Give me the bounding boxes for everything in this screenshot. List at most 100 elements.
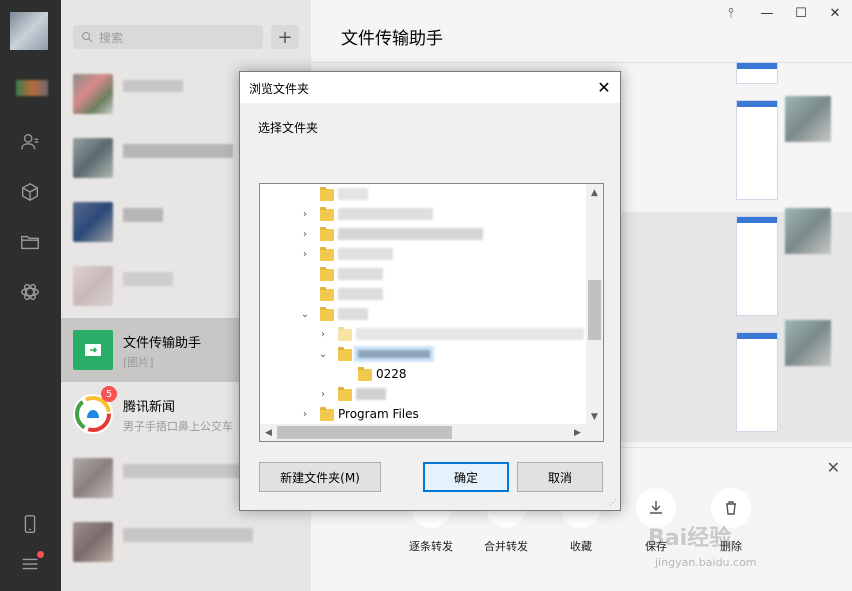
blurred-text [123, 144, 233, 158]
phone-icon[interactable] [18, 512, 42, 536]
browse-folder-dialog: 浏览文件夹 ✕ 选择文件夹 › › › ⌄ › ⌄ 0228 › › Progr… [239, 71, 621, 511]
scroll-right-icon[interactable]: ▶ [569, 424, 586, 441]
chevron-right-icon[interactable]: › [300, 249, 310, 260]
tree-row-0228[interactable]: 0228 [260, 364, 586, 384]
avatar [73, 138, 113, 178]
tree-row[interactable] [260, 284, 586, 304]
add-button[interactable]: + [271, 25, 299, 49]
blurred-text [123, 272, 173, 286]
watermark-url: jingyan.baidu.com [655, 556, 757, 569]
blurred-label [356, 388, 386, 400]
chat-subtitle: [图片] [123, 356, 154, 369]
horizontal-scrollbar[interactable]: ◀ ▶ [260, 424, 603, 441]
folder-icon [320, 267, 334, 281]
scroll-up-icon[interactable]: ▲ [586, 184, 603, 201]
folder-icon [320, 187, 334, 201]
chat-name: 腾讯新闻 [123, 400, 176, 415]
avatar [73, 74, 113, 114]
folder-icon [338, 387, 352, 401]
tree-row-expanded[interactable]: ⌄ [260, 344, 586, 364]
tree-row[interactable]: ⌄ [260, 304, 586, 324]
blurred-label [358, 350, 430, 358]
blurred-label [338, 308, 368, 320]
file-transfer-icon [85, 344, 101, 356]
list-item[interactable] [61, 510, 311, 574]
avatar [73, 458, 113, 498]
tree-row[interactable]: › [260, 324, 586, 344]
resize-grip-icon[interactable]: ⋰ [609, 498, 617, 507]
blurred-avatar [785, 208, 831, 254]
chevron-down-icon[interactable]: ⌄ [300, 309, 310, 320]
maximize-icon[interactable]: ☐ [791, 6, 811, 21]
tree-row[interactable]: › [260, 204, 586, 224]
tree-row[interactable] [260, 264, 586, 284]
avatar [73, 202, 113, 242]
dialog-title: 浏览文件夹 [249, 82, 310, 96]
tree-row[interactable]: › [260, 244, 586, 264]
mini-program-icon[interactable] [18, 280, 42, 304]
tree-row[interactable]: › [260, 384, 586, 404]
blurred-block [16, 80, 48, 96]
folder-icon [320, 207, 334, 221]
user-avatar[interactable] [10, 12, 48, 50]
dialog-description: 选择文件夹 [258, 121, 319, 135]
blurred-text [123, 208, 163, 222]
watermark-logo: Bai经验 [648, 526, 732, 551]
page-title: 文件传输助手 [341, 29, 443, 49]
chevron-down-icon[interactable]: ⌄ [318, 349, 328, 360]
image-thumbnail[interactable] [736, 100, 778, 200]
chat-subtitle: 男子手捂口鼻上公交车 [123, 420, 233, 433]
tree-row-program-files[interactable]: › Program Files [260, 404, 586, 424]
close-multiselect-icon[interactable]: ✕ [827, 458, 840, 477]
scroll-down-icon[interactable]: ▼ [586, 408, 603, 425]
blurred-label [338, 248, 393, 260]
folder-icon [358, 367, 372, 381]
unread-badge: 5 [101, 386, 117, 402]
folder-icon [338, 327, 352, 341]
dialog-titlebar: 浏览文件夹 ✕ [240, 72, 620, 103]
blurred-avatar [785, 96, 831, 142]
ok-button[interactable]: 确定 [423, 462, 509, 492]
chevron-right-icon[interactable]: › [300, 409, 310, 420]
tree-row[interactable] [260, 184, 586, 204]
tree-row[interactable]: › [260, 224, 586, 244]
favorite-label[interactable]: 收藏 [551, 538, 611, 554]
blurred-label [338, 268, 383, 280]
merge-forward-label[interactable]: 合并转发 [476, 538, 536, 554]
folder-icon[interactable] [18, 230, 42, 254]
cancel-button[interactable]: 取消 [517, 462, 603, 492]
folder-tree[interactable]: › › › ⌄ › ⌄ 0228 › › Program Files ▲ ▼ ◀… [259, 183, 604, 442]
blurred-text [123, 528, 253, 542]
close-icon[interactable]: ✕ [825, 6, 845, 21]
folder-icon [320, 247, 334, 261]
new-folder-button[interactable]: 新建文件夹(M) [259, 462, 381, 492]
dialog-close-icon[interactable]: ✕ [588, 72, 620, 103]
scroll-left-icon[interactable]: ◀ [260, 424, 277, 441]
minimize-icon[interactable]: — [757, 6, 777, 21]
search-icon [81, 31, 93, 43]
image-thumbnail[interactable] [736, 62, 778, 84]
blurred-label [338, 228, 483, 240]
image-thumbnail[interactable] [736, 332, 778, 432]
contacts-icon[interactable] [18, 130, 42, 154]
pin-icon[interactable]: ⫯ [721, 6, 741, 21]
forward-each-label[interactable]: 逐条转发 [401, 538, 461, 554]
folder-label: Program Files [338, 407, 419, 421]
chevron-right-icon[interactable]: › [300, 209, 310, 220]
chat-name: 文件传输助手 [123, 336, 202, 351]
folder-icon [320, 407, 334, 421]
search-input[interactable]: 搜索 [73, 25, 263, 49]
blurred-text [123, 80, 183, 92]
image-thumbnail[interactable] [736, 216, 778, 316]
chevron-right-icon[interactable]: › [300, 229, 310, 240]
avatar [73, 266, 113, 306]
chevron-right-icon[interactable]: › [318, 389, 328, 400]
blurred-avatar [785, 320, 831, 366]
cube-icon[interactable] [18, 180, 42, 204]
scroll-thumb[interactable] [588, 280, 601, 340]
chevron-right-icon[interactable]: › [318, 329, 328, 340]
blurred-label [338, 188, 368, 200]
scroll-thumb[interactable] [277, 426, 452, 439]
vertical-scrollbar[interactable]: ▲ ▼ [586, 184, 603, 425]
avatar [73, 522, 113, 562]
